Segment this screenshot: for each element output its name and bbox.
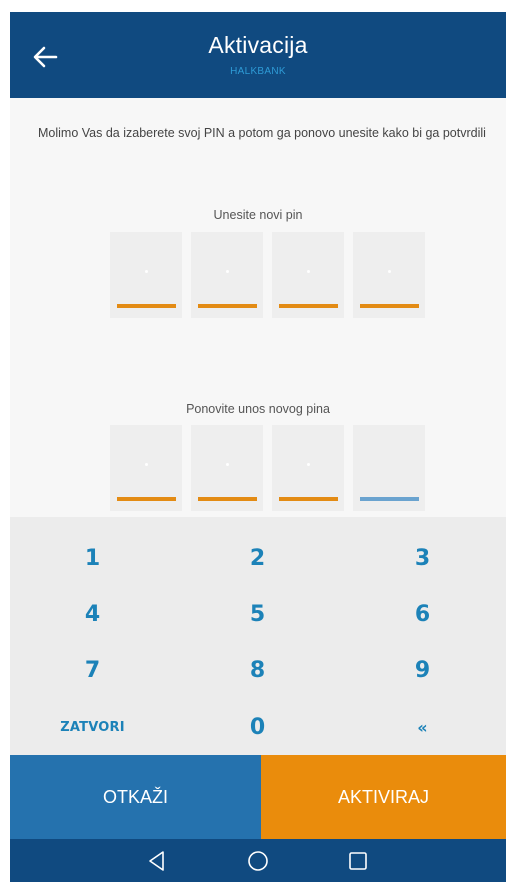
- page-title: Aktivacija: [208, 32, 308, 58]
- pin-underline: [117, 304, 176, 308]
- confirm-pin-label: Ponovite unos novog pina: [186, 402, 330, 416]
- pin-dot: [145, 463, 148, 466]
- pin-underline: [198, 304, 257, 308]
- cancel-button[interactable]: OTKAŽI: [10, 755, 261, 839]
- new-pin-digit-4: [353, 232, 425, 318]
- pin-dot: [307, 270, 310, 273]
- new-pin-digit-1: [110, 232, 182, 318]
- confirm-pin-field[interactable]: [110, 425, 426, 511]
- pin-underline: [360, 304, 419, 308]
- nav-back-icon[interactable]: [144, 848, 170, 874]
- pin-dot: [226, 270, 229, 273]
- nav-home-icon[interactable]: [245, 848, 271, 874]
- new-pin-digit-3: [272, 232, 344, 318]
- pin-dot: [226, 463, 229, 466]
- confirm-pin-digit-1: [110, 425, 182, 511]
- pin-underline: [198, 497, 257, 501]
- key-8[interactable]: 8: [175, 642, 340, 698]
- backspace-button[interactable]: «: [340, 699, 505, 755]
- system-nav-bar: [10, 839, 506, 882]
- activate-button[interactable]: AKTIVIRAJ: [261, 755, 506, 839]
- nav-recents-icon[interactable]: [345, 848, 371, 874]
- action-bar: OTKAŽI AKTIVIRAJ: [10, 755, 506, 839]
- pin-underline: [117, 497, 176, 501]
- key-6[interactable]: 6: [340, 586, 505, 642]
- pin-underline-active: [360, 497, 419, 501]
- key-1[interactable]: 1: [10, 530, 175, 586]
- key-3[interactable]: 3: [340, 530, 505, 586]
- new-pin-field[interactable]: [110, 232, 426, 318]
- pin-underline: [279, 304, 338, 308]
- pin-dot: [307, 463, 310, 466]
- pin-dot: [145, 270, 148, 273]
- key-7[interactable]: 7: [10, 642, 175, 698]
- close-keypad-button[interactable]: ZATVORI: [10, 699, 175, 755]
- bank-name: HALKBANK: [230, 66, 286, 77]
- confirm-pin-digit-3: [272, 425, 344, 511]
- new-pin-label: Unesite novi pin: [213, 208, 303, 222]
- key-0[interactable]: 0: [175, 699, 340, 755]
- key-9[interactable]: 9: [340, 642, 505, 698]
- instruction-text: Molimo Vas da izaberete svoj PIN a potom…: [38, 126, 486, 140]
- key-4[interactable]: 4: [10, 586, 175, 642]
- activation-screen: Aktivacija HALKBANK Molimo Vas da izaber…: [10, 12, 506, 882]
- new-pin-digit-2: [191, 232, 263, 318]
- key-2[interactable]: 2: [175, 530, 340, 586]
- numeric-keypad: 1 2 3 4 5 6 7 8 9 ZATVORI 0 «: [10, 517, 506, 755]
- key-5[interactable]: 5: [175, 586, 340, 642]
- pin-underline: [279, 497, 338, 501]
- pin-dot: [388, 270, 391, 273]
- confirm-pin-digit-2: [191, 425, 263, 511]
- confirm-pin-digit-4: [353, 425, 425, 511]
- app-header: Aktivacija HALKBANK: [10, 12, 506, 98]
